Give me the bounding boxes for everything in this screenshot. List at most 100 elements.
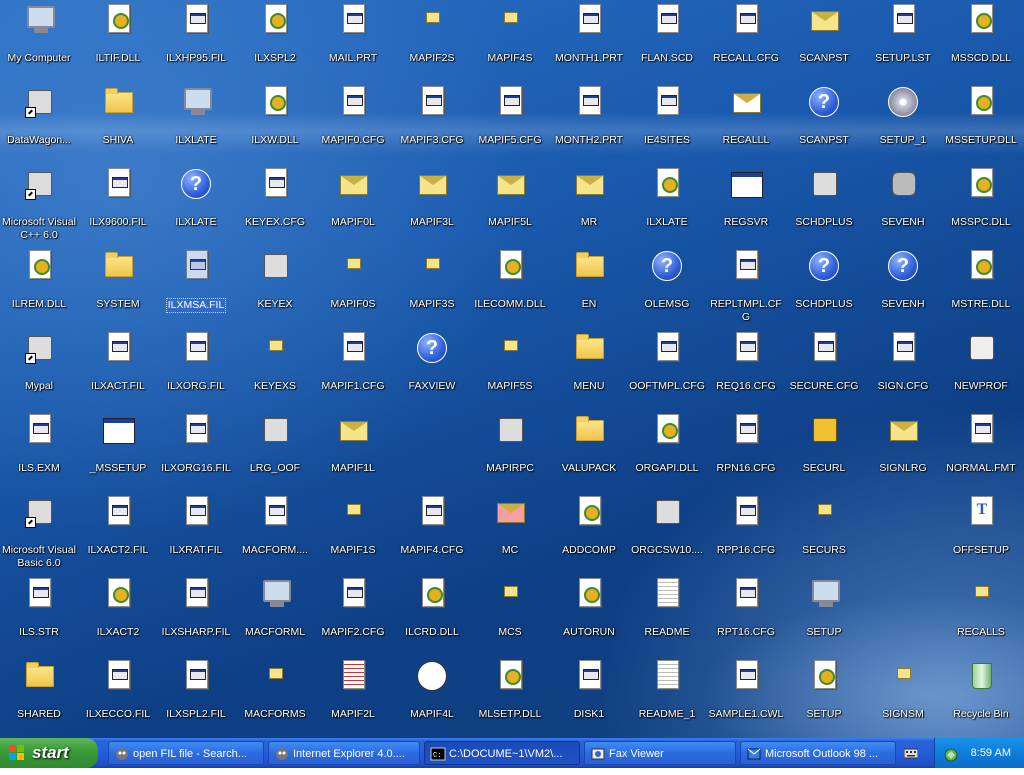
desktop-icon[interactable]: AUTORUN	[550, 576, 628, 656]
desktop-icon[interactable]: ILXSPL2	[236, 2, 314, 82]
desktop-icon[interactable]: SCHDPLUS	[785, 166, 863, 246]
desktop-icon[interactable]: SIGN.CFG	[864, 330, 942, 410]
desktop-icon[interactable]: o MAPIF4L	[393, 658, 471, 738]
desktop-icon[interactable]: MAPIF4S	[471, 2, 549, 82]
desktop-icon[interactable]: RPT16.CFG	[707, 576, 785, 656]
taskbar-button[interactable]: Fax Viewer	[584, 741, 736, 765]
desktop-icon[interactable]: ILS.EXM	[0, 412, 78, 492]
desktop-icon[interactable]: MONTH1.PRT	[550, 2, 628, 82]
desktop-icon[interactable]: MACFORM....	[236, 494, 314, 574]
desktop-icon[interactable]: MAPIF4.CFG	[393, 494, 471, 574]
desktop-icon[interactable]: SETUP	[785, 576, 863, 656]
desktop-icon[interactable]: RPN16.CFG	[707, 412, 785, 492]
desktop-icon[interactable]: ILXRAT.FIL	[157, 494, 235, 574]
desktop-icon[interactable]: MAPIF5.CFG	[471, 84, 549, 164]
desktop-icon[interactable]: SECURS	[785, 494, 863, 574]
desktop-icon[interactable]: OOFTMPL.CFG	[628, 330, 706, 410]
desktop-icon[interactable]: RECALLL	[707, 84, 785, 164]
desktop-icon[interactable]: SIGNLRG	[864, 412, 942, 492]
desktop-icon[interactable]: ILXACT.FIL	[79, 330, 157, 410]
desktop-icon[interactable]: SAMPLE1.CWL	[707, 658, 785, 738]
taskbar-button[interactable]: Internet Explorer 4.0....	[268, 741, 420, 765]
desktop-icon[interactable]: REGSVR	[707, 166, 785, 246]
desktop-icon[interactable]: ILXW.DLL	[236, 84, 314, 164]
desktop-icon[interactable]: ILXORG16.FIL	[157, 412, 235, 492]
desktop-icon[interactable]: SETUP	[785, 658, 863, 738]
desktop-icon[interactable]: KEYEX	[236, 248, 314, 328]
desktop-icon[interactable]: KEYEXS	[236, 330, 314, 410]
desktop-icon[interactable]: MAPIF3L	[393, 166, 471, 246]
desktop-icon[interactable]: NEWPROF	[942, 330, 1020, 410]
desktop-icon[interactable]: ILXACT2	[79, 576, 157, 656]
desktop-icon[interactable]: ILXMSA.FIL	[157, 248, 235, 328]
desktop-icon[interactable]: RECALL.CFG	[707, 2, 785, 82]
desktop-icon[interactable]: T OFFSETUP	[942, 494, 1020, 574]
desktop-icon[interactable]: MAPIF2L	[314, 658, 392, 738]
desktop-icon[interactable]: RECALLS	[942, 576, 1020, 656]
desktop-icon[interactable]: ILXSPL2.FIL	[157, 658, 235, 738]
desktop-icon[interactable]: FLAN.SCD	[628, 2, 706, 82]
desktop-icon[interactable]: README_1	[628, 658, 706, 738]
desktop-icon[interactable]: MLSETP.DLL	[471, 658, 549, 738]
desktop-icon[interactable]: RPP16.CFG	[707, 494, 785, 574]
desktop-icon[interactable]: MAPIF2.CFG	[314, 576, 392, 656]
desktop-icon[interactable]: ORGAPI.DLL	[628, 412, 706, 492]
desktop-icon[interactable]: ? SEVENH	[864, 248, 942, 328]
desktop-icon[interactable]: My Computer	[0, 2, 78, 82]
desktop-icon[interactable]: NORMAL.FMT	[942, 412, 1020, 492]
desktop-icon[interactable]: MAPIF0.CFG	[314, 84, 392, 164]
desktop-icon[interactable]: ? SCANPST	[785, 84, 863, 164]
desktop-icon[interactable]: ILXHP95.FIL	[157, 2, 235, 82]
desktop-icon[interactable]: ILXACT2.FIL	[79, 494, 157, 574]
desktop-icon[interactable]: MAPIF5L	[471, 166, 549, 246]
desktop-icon[interactable]: ILS.STR	[0, 576, 78, 656]
desktop-icon[interactable]: o SETUP_1	[864, 84, 942, 164]
desktop-icon[interactable]: README	[628, 576, 706, 656]
desktop-icon[interactable]: MAPIF1S	[314, 494, 392, 574]
desktop-icon[interactable]: MSSCD.DLL	[942, 2, 1020, 82]
desktop-icon[interactable]: ADDCOMP	[550, 494, 628, 574]
taskbar-button[interactable]: Microsoft Outlook 98 ...	[740, 741, 896, 765]
desktop-icon[interactable]: ILTIF.DLL	[79, 2, 157, 82]
desktop-icon[interactable]: SEVENH	[864, 166, 942, 246]
desktop-icon[interactable]: MAIL.PRT	[314, 2, 392, 82]
desktop-icon[interactable]: MCS	[471, 576, 549, 656]
desktop-icon[interactable]: MAPIF3S	[393, 248, 471, 328]
desktop-icon[interactable]: IE4SITES	[628, 84, 706, 164]
desktop-icon[interactable]: SIGNSM	[864, 658, 942, 738]
desktop-icon[interactable]: MR	[550, 166, 628, 246]
desktop-icon[interactable]: MAPIF3.CFG	[393, 84, 471, 164]
desktop-icon[interactable]: EN	[550, 248, 628, 328]
desktop-icon[interactable]: SYSTEM	[79, 248, 157, 328]
desktop-icon[interactable]: Recycle Bin	[942, 658, 1020, 738]
desktop-icon[interactable]: MACFORMS	[236, 658, 314, 738]
desktop[interactable]: My Computer DataWagon... Microsoft Visual …	[0, 0, 1024, 738]
taskbar-button[interactable]: open FIL file - Search...	[108, 741, 264, 765]
desktop-icon[interactable]: SHARED	[0, 658, 78, 738]
desktop-icon[interactable]: MENU	[550, 330, 628, 410]
desktop-icon[interactable]: MAPIF2S	[393, 2, 471, 82]
desktop-icon[interactable]: ORGCSW10....	[628, 494, 706, 574]
desktop-icon[interactable]: MAPIF1.CFG	[314, 330, 392, 410]
desktop-icon[interactable]: ILXORG.FIL	[157, 330, 235, 410]
desktop-icon[interactable]: MAPIF0S	[314, 248, 392, 328]
desktop-icon[interactable]: ILXLATE	[628, 166, 706, 246]
desktop-icon[interactable]: ILX9600.FIL	[79, 166, 157, 246]
desktop-icon[interactable]: ILXLATE	[157, 84, 235, 164]
desktop-icon[interactable]: MSTRE.DLL	[942, 248, 1020, 328]
desktop-icon[interactable]: ILECOMM.DLL	[471, 248, 549, 328]
desktop-icon[interactable]: MC	[471, 494, 549, 574]
desktop-icon[interactable]: REQ16.CFG	[707, 330, 785, 410]
desktop-icon[interactable]: DISK1	[550, 658, 628, 738]
desktop-icon[interactable]: Microsoft Visual C++ 6.0	[0, 166, 78, 246]
desktop-icon[interactable]: SETUP.LST	[864, 2, 942, 82]
desktop-icon[interactable]: ILCRD.DLL	[393, 576, 471, 656]
desktop-icon[interactable]: MSSPC.DLL	[942, 166, 1020, 246]
desktop-icon[interactable]: ? SCHDPLUS	[785, 248, 863, 328]
keyboard-icon[interactable]	[903, 746, 919, 760]
desktop-icon[interactable]: LRG_OOF	[236, 412, 314, 492]
desktop-icon[interactable]: ILREM.DLL	[0, 248, 78, 328]
desktop-icon[interactable]: _MSSETUP	[79, 412, 157, 492]
desktop-icon[interactable]: ? ILXLATE	[157, 166, 235, 246]
desktop-icon[interactable]: MAPIF0L	[314, 166, 392, 246]
